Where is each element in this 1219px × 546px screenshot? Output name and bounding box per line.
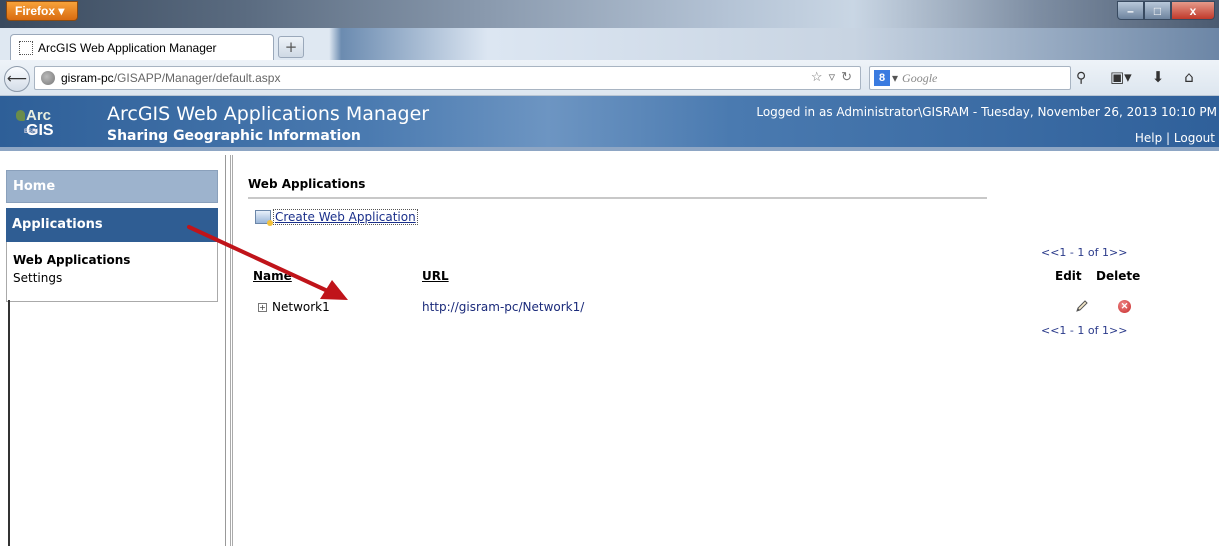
header-link-separator: | [1166, 131, 1171, 145]
search-bar[interactable]: 8 ▾ Google [869, 66, 1071, 90]
new-tab-button[interactable]: + [278, 36, 304, 58]
window-controls: – □ x [1117, 1, 1215, 21]
column-header-delete: Delete [1096, 269, 1141, 283]
site-identity-icon[interactable] [41, 71, 55, 85]
toolbar-buttons: ▣▾ ⬇ ⌂ [1110, 68, 1194, 86]
history-dropdown-icon[interactable]: ▿ [829, 69, 836, 85]
sidebar-submenu: Web Applications Settings [6, 242, 218, 302]
window-titlebar: Firefox ▾ – □ x [0, 0, 1219, 28]
logout-link[interactable]: Logout [1174, 131, 1215, 145]
firefox-menu-label: Firefox [15, 4, 56, 18]
firefox-menu-button[interactable]: Firefox ▾ [6, 1, 78, 21]
expand-icon[interactable]: + [258, 303, 267, 312]
sidebar: Home Applications Web Applications Setti… [0, 155, 226, 546]
logo-esri-text: ESRI [24, 129, 39, 135]
search-placeholder: Google [902, 70, 938, 85]
close-window-button[interactable]: x [1171, 1, 1215, 20]
url-bar[interactable]: gisram-pc/GISAPP/Manager/default.aspx ☆ … [34, 66, 861, 90]
app-subtitle: Sharing Geographic Information [107, 128, 361, 144]
app-title: ArcGIS Web Applications Manager [107, 103, 430, 125]
section-title: Web Applications [248, 177, 987, 199]
back-arrow-icon: ⟵ [6, 71, 28, 87]
column-header-name[interactable]: Name [253, 269, 292, 283]
create-link-label[interactable]: Create Web Application [273, 209, 418, 225]
downloads-icon[interactable]: ⬇ [1152, 68, 1165, 86]
delete-icon[interactable]: ✕ [1118, 300, 1131, 313]
bookmarks-menu-icon[interactable]: ▣▾ [1110, 68, 1132, 86]
navigation-bar: ⟵ gisram-pc/GISAPP/Manager/default.aspx … [0, 60, 1219, 96]
sidebar-item-home[interactable]: Home [6, 170, 218, 203]
page-icon [19, 40, 33, 55]
tab-strip: ArcGIS Web Application Manager + [0, 28, 1219, 60]
browser-tab[interactable]: ArcGIS Web Application Manager [10, 34, 274, 60]
edit-pencil-icon[interactable] [1074, 298, 1090, 314]
app-header-banner: Arc GIS ESRI ArcGIS Web Applications Man… [0, 96, 1219, 151]
column-header-edit: Edit [1055, 269, 1082, 283]
url-bar-actions: ☆ ▿ ↻ [811, 69, 852, 85]
new-application-icon [255, 210, 273, 226]
search-icon[interactable]: ⚲ [1076, 70, 1086, 86]
back-button[interactable]: ⟵ [4, 66, 30, 92]
sidebar-item-settings[interactable]: Settings [13, 269, 211, 287]
tab-title: ArcGIS Web Application Manager [38, 40, 217, 55]
main-content: Web Applications Create Web Application … [248, 155, 1219, 546]
row-name: Network1 [272, 300, 330, 314]
browser-window: Firefox ▾ – □ x ArcGIS Web Application M… [0, 0, 1219, 546]
sidebar-item-applications[interactable]: Applications [6, 208, 218, 242]
header-links: Help | Logout [1135, 131, 1215, 145]
minimize-button[interactable]: – [1117, 1, 1144, 20]
row-url-link[interactable]: http://gisram-pc/Network1/ [422, 300, 584, 314]
maximize-button[interactable]: □ [1144, 1, 1171, 20]
pager-top[interactable]: <<1 - 1 of 1>> [1041, 246, 1127, 259]
url-host: gisram-pc [61, 71, 114, 85]
url-path: /GISAPP/Manager/default.aspx [113, 71, 281, 85]
column-header-url[interactable]: URL [422, 269, 449, 283]
login-status: Logged in as Administrator\GISRAM - Tues… [756, 105, 1217, 119]
google-search-engine-icon[interactable]: 8 [874, 70, 890, 86]
pane-splitter[interactable] [230, 155, 233, 546]
reload-icon[interactable]: ↻ [841, 69, 852, 85]
pager-bottom[interactable]: <<1 - 1 of 1>> [1041, 324, 1127, 337]
window-left-edge [8, 300, 10, 546]
sidebar-item-web-applications[interactable]: Web Applications [13, 251, 211, 269]
arcgis-logo: Arc GIS ESRI [16, 108, 86, 139]
bookmark-star-icon[interactable]: ☆ [811, 69, 823, 85]
create-web-application-link[interactable]: Create Web Application [255, 209, 418, 226]
home-icon[interactable]: ⌂ [1184, 68, 1194, 86]
search-engine-dropdown-icon[interactable]: ▾ [892, 71, 898, 86]
help-link[interactable]: Help [1135, 131, 1162, 145]
globe-logo-icon [16, 110, 25, 121]
